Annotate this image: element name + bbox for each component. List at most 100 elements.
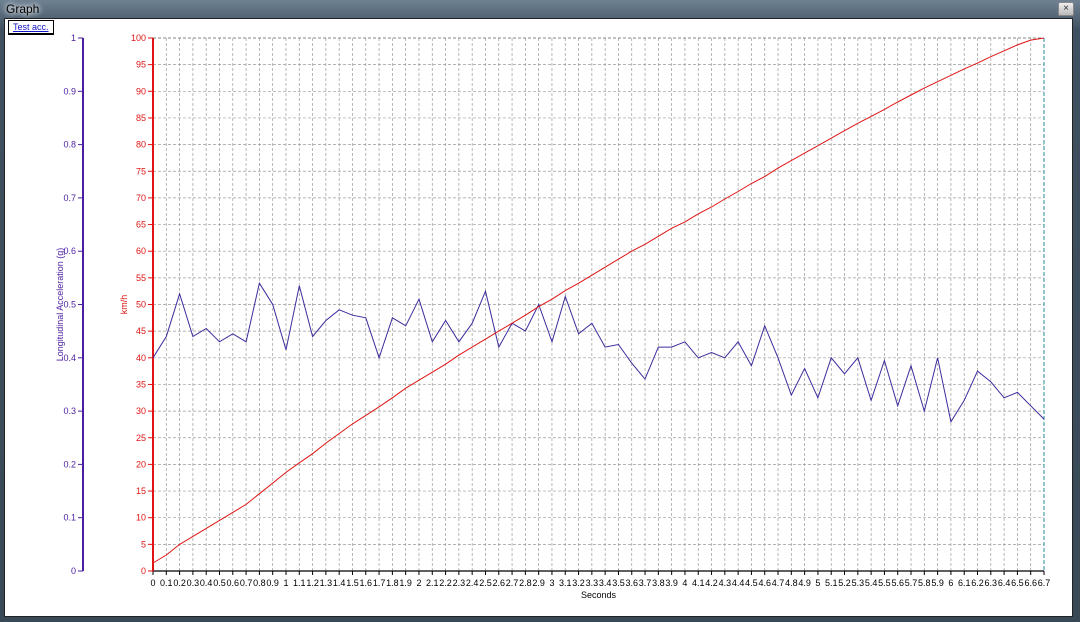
- x-tick-label: 5.6: [891, 578, 904, 588]
- speed-axis-tick-label: 20: [136, 459, 146, 469]
- accel-axis-tick-label: 0.9: [63, 86, 76, 96]
- speed-line: [152, 37, 1045, 564]
- speed-axis-tick-label: 0: [141, 566, 146, 576]
- x-tick-label: 3.6: [625, 578, 638, 588]
- speed-axis-tick-label: 55: [136, 273, 146, 283]
- speed-axis-tick-label: 100: [131, 33, 146, 43]
- x-tick-label: 0.3: [187, 578, 200, 588]
- x-tick-label: 4.7: [772, 578, 785, 588]
- acceleration-line: [152, 281, 1045, 424]
- title-bar[interactable]: Graph ×: [0, 0, 1080, 18]
- x-tick-label: 4.2: [705, 578, 718, 588]
- speed-axis-tick-label: 95: [136, 60, 146, 70]
- x-tick-label: 4.3: [719, 578, 732, 588]
- x-tick-label: 5.8: [918, 578, 931, 588]
- x-tick-label: 3.9: [665, 578, 678, 588]
- x-tick-label: 2.5: [479, 578, 492, 588]
- x-tick-label: 4.1: [692, 578, 705, 588]
- speed-axis-tick-label: 75: [136, 166, 146, 176]
- x-tick-label: 3.1: [559, 578, 572, 588]
- speed-axis-tick-label: 85: [136, 113, 146, 123]
- x-tick-label: 3.5: [612, 578, 625, 588]
- accel-axis-tick-label: 1: [71, 33, 76, 43]
- accel-axis-tick-label: 0.5: [63, 300, 76, 310]
- x-axis-label: Seconds: [581, 590, 617, 600]
- speed-axis-tick-label: 80: [136, 140, 146, 150]
- x-tick-label: 6.4: [998, 578, 1011, 588]
- x-tick-label: 4.6: [758, 578, 771, 588]
- x-tick-label: 6.5: [1011, 578, 1024, 588]
- x-tick-label: 3.8: [652, 578, 665, 588]
- x-tick-label: 2: [416, 578, 421, 588]
- x-tick-label: 1.4: [333, 578, 346, 588]
- accel-axis-tick-label: 0.4: [63, 353, 76, 363]
- x-tick-label: 2.6: [493, 578, 506, 588]
- x-tick-label: 0.8: [253, 578, 266, 588]
- x-tick-label: 1.5: [346, 578, 359, 588]
- x-tick-label: 6.2: [971, 578, 984, 588]
- speed-axis-tick-label: 45: [136, 326, 146, 336]
- x-tick-label: 1.2: [306, 578, 319, 588]
- x-tick-label: 6: [948, 578, 953, 588]
- x-tick-label: 1.8: [386, 578, 399, 588]
- x-tick-label: 1.1: [293, 578, 306, 588]
- accel-axis-tick-label: 0.2: [63, 459, 76, 469]
- x-tick-label: 3: [549, 578, 554, 588]
- x-tick-label: 3.7: [639, 578, 652, 588]
- accel-axis-tick-label: 0.1: [63, 513, 76, 523]
- accel-axis-tick-label: 0.7: [63, 193, 76, 203]
- x-tick-label: 2.8: [519, 578, 532, 588]
- accel-axis-tick-label: 0.8: [63, 140, 76, 150]
- x-tick-label: 0.5: [213, 578, 226, 588]
- x-tick-label: 6.3: [985, 578, 998, 588]
- x-tick-label: 3.2: [572, 578, 585, 588]
- x-tick-label: 3.3: [586, 578, 599, 588]
- accel-axis-tick-label: 0.6: [63, 246, 76, 256]
- x-tick-label: 6.7: [1038, 578, 1051, 588]
- x-tick-label: 5: [815, 578, 820, 588]
- x-tick-label: 1.7: [373, 578, 386, 588]
- close-button[interactable]: ×: [1058, 2, 1074, 16]
- accel-axis-tick-label: 0.3: [63, 406, 76, 416]
- x-tick-label: 4.8: [785, 578, 798, 588]
- x-tick-label: 0.6: [227, 578, 240, 588]
- speed-axis-tick-label: 10: [136, 513, 146, 523]
- x-tick-label: 5.5: [878, 578, 891, 588]
- x-tick-label: 5.4: [865, 578, 878, 588]
- x-tick-label: 3.4: [599, 578, 612, 588]
- accel-axis-label: Longitudinal Acceleration (g): [55, 248, 65, 362]
- x-tick-label: 5.7: [905, 578, 918, 588]
- graph-area: Test acc. 0 0.1 0.2 0.3 0.4 0.5 0.6 0.7 0.8 0.9 1 1…: [4, 18, 1073, 617]
- x-tick-label: 1.9: [399, 578, 412, 588]
- x-tick-label: 2.2: [439, 578, 452, 588]
- speed-axis-tick-label: 90: [136, 86, 146, 96]
- x-tick-label: 0.9: [266, 578, 279, 588]
- chart-svg: 0 0.1 0.2 0.3 0.4 0.5 0.6 0.7 0.8 0.9 1 1.1 1.2 1.3 1.…: [55, 33, 1051, 600]
- speed-axis-tick-label: 5: [141, 539, 146, 549]
- x-tick-label: 2.9: [532, 578, 545, 588]
- speed-axis-tick-label: 50: [136, 300, 146, 310]
- x-tick-label: 4: [682, 578, 687, 588]
- x-tick-label: 1: [283, 578, 288, 588]
- x-tick-label: 4.9: [798, 578, 811, 588]
- x-tick-label: 5.2: [838, 578, 851, 588]
- x-tick-label: 2.7: [506, 578, 519, 588]
- x-tick-label: 6.6: [1024, 578, 1037, 588]
- x-tick-label: 1.3: [320, 578, 333, 588]
- speed-axis-label: km/h: [119, 295, 129, 315]
- x-tick-label: 0: [150, 578, 155, 588]
- x-tick-label: 1.6: [360, 578, 373, 588]
- window-title: Graph: [6, 2, 40, 16]
- x-tick-label: 5.9: [931, 578, 944, 588]
- x-tick-label: 0.4: [200, 578, 213, 588]
- x-tick-label: 5.3: [852, 578, 865, 588]
- x-tick-label: 2.1: [426, 578, 439, 588]
- x-tick-label: 0.1: [160, 578, 173, 588]
- speed-axis-tick-label: 15: [136, 486, 146, 496]
- speed-axis-tick-label: 65: [136, 220, 146, 230]
- speed-axis-tick-label: 60: [136, 246, 146, 256]
- x-tick-label: 4.4: [732, 578, 745, 588]
- speed-axis-tick-label: 25: [136, 433, 146, 443]
- speed-axis-tick-label: 70: [136, 193, 146, 203]
- x-tick-label: 5.1: [825, 578, 838, 588]
